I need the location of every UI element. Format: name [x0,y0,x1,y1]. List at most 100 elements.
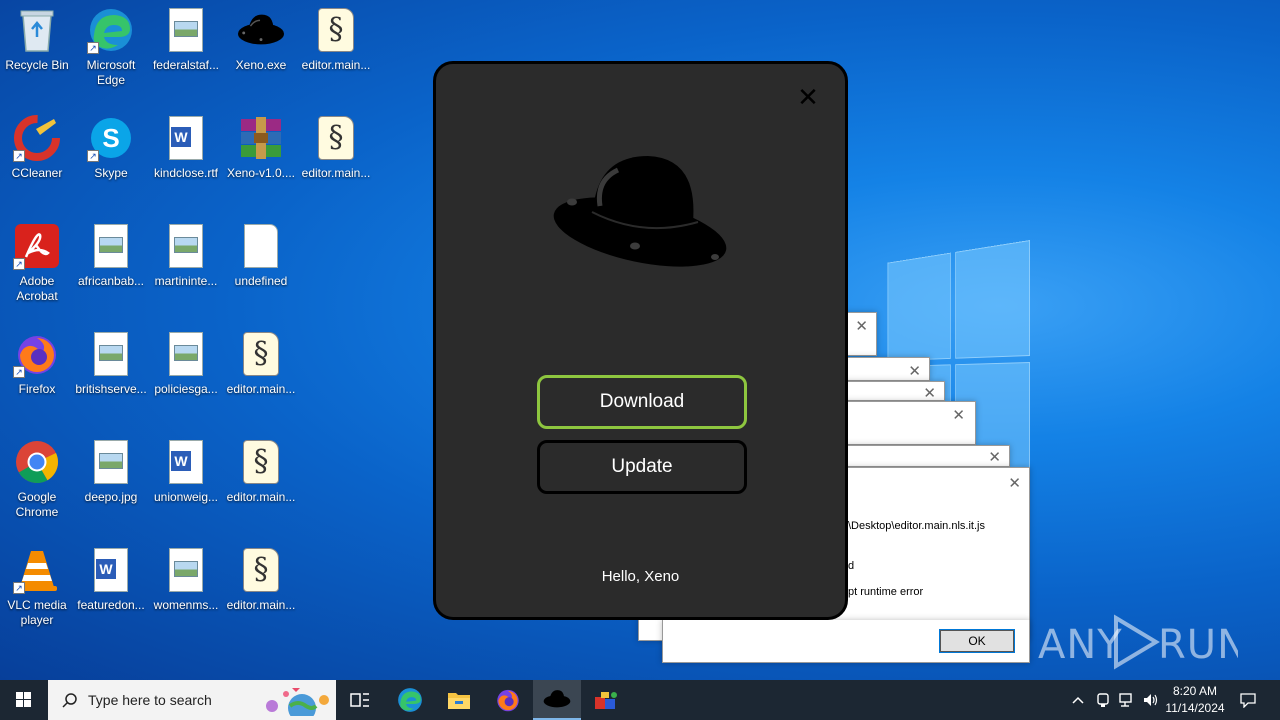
desktop-icon-martininte[interactable]: martininte... [149,216,223,320]
desktop-icon-label: editor.main... [301,58,371,72]
task-view-button[interactable] [336,680,384,720]
windows-start-icon [16,692,31,707]
desktop-icon-federalstaf[interactable]: federalstaf... [149,0,223,104]
script-file-icon: § [237,330,285,378]
close-icon[interactable]: ✕ [908,362,921,380]
word-doc-icon: W [162,114,210,162]
taskbar-edge[interactable] [386,680,434,720]
desktop-icon-label: deepo.jpg [84,490,138,504]
desktop-icon-label: featuredon... [77,598,145,612]
search-box[interactable]: Type here to search [48,680,336,720]
desktop-icon-xeno-exe[interactable]: Xeno.exe [224,0,298,104]
image-file-icon [162,6,210,54]
close-icon[interactable]: ✕ [923,384,936,402]
chevron-up-icon [1072,696,1084,704]
desktop-icon-recycle-bin[interactable]: Recycle Bin [0,0,74,104]
notifications-button[interactable] [1236,680,1260,720]
network-button[interactable] [1116,680,1138,720]
winrar-icon [237,114,285,162]
desktop-icon-label: Xeno.exe [235,58,287,72]
firefox-icon: ↗ [13,330,61,378]
svg-text:ANY: ANY [1038,622,1123,668]
image-file-icon [162,546,210,594]
desktop-icon-womenms[interactable]: womenms... [149,540,223,644]
chrome-icon [13,438,61,486]
image-file-icon [162,330,210,378]
anyrun-watermark: ANY RUN [1038,612,1247,670]
script-file-icon: § [237,546,285,594]
xeno-dialog: ✕ Download Update Hello, Xeno [433,61,848,620]
close-icon[interactable]: ✕ [1008,474,1021,492]
desktop-icon-deepo[interactable]: deepo.jpg [74,432,148,536]
desktop-icon-kindclose[interactable]: W kindclose.rtf [149,108,223,212]
tray-app-icon[interactable] [1092,680,1114,720]
desktop-icon-ccleaner[interactable]: ↗ CCleaner [0,108,74,212]
desktop-icon-xeno-archive[interactable]: Xeno-v1.0.... [224,108,298,212]
taskbar-app-other[interactable] [582,680,630,720]
desktop-icon-editor-main-5[interactable]: § editor.main... [224,540,298,644]
desktop-icon-africanbab[interactable]: africanbab... [74,216,148,320]
desktop-icon-editor-main-3[interactable]: § editor.main... [224,324,298,428]
desktop-icon-firefox[interactable]: ↗ Firefox [0,324,74,428]
clock-date: 11/14/2024 [1165,701,1225,715]
desktop-icon-label: editor.main... [301,166,371,180]
desktop-icon-microsoft-edge[interactable]: ↗ Microsoft Edge [74,0,148,104]
error-message-line: pt runtime error [848,586,924,598]
ok-button[interactable]: OK [939,629,1015,653]
volume-button[interactable] [1140,680,1162,720]
close-icon[interactable]: ✕ [952,406,965,424]
search-icon [62,693,77,708]
close-button[interactable]: ✕ [796,85,820,111]
script-file-icon: § [237,438,285,486]
image-file-icon [87,330,135,378]
desktop-icon-editor-main-2[interactable]: § editor.main... [299,108,373,212]
image-file-icon [87,222,135,270]
taskbar-file-explorer[interactable] [435,680,483,720]
script-file-icon: § [312,6,360,54]
taskbar-clock[interactable]: 8:20 AM 11/14/2024 [1160,683,1230,717]
device-icon [1097,693,1109,707]
desktop-icon-editor-main-4[interactable]: § editor.main... [224,432,298,536]
folder-icon [448,693,470,709]
close-icon[interactable]: ✕ [855,317,868,335]
script-file-icon: § [312,114,360,162]
desktop-icon-policiesga[interactable]: policiesga... [149,324,223,428]
clock-time: 8:20 AM [1172,684,1218,698]
download-button[interactable]: Download [537,375,747,429]
acrobat-icon: ↗ [13,222,61,270]
update-button[interactable]: Update [537,440,747,494]
desktop-icon-britishserve[interactable]: britishserve... [74,324,148,428]
desktop-icon-adobe-acrobat[interactable]: ↗ Adobe Acrobat [0,216,74,320]
show-hidden-icons[interactable] [1068,680,1088,720]
network-icon [1119,693,1132,707]
svg-text:S: S [102,123,119,153]
desktop-icon-label: womenms... [153,598,219,612]
desktop-icon-label: britishserve... [75,382,147,396]
desktop-icon-label: Adobe Acrobat [16,274,58,303]
greeting-text: Hello, Xeno [601,568,680,585]
desktop-icon-label: Xeno-v1.0.... [226,166,296,180]
desktop-icon-label: martininte... [154,274,218,288]
desktop-icon-skype[interactable]: S ↗ Skype [74,108,148,212]
desktop-icon-featuredon[interactable]: W featuredon... [74,540,148,644]
xeno-hat-icon [237,6,285,54]
close-icon[interactable]: ✕ [988,448,1001,466]
desktop-icon-label: federalstaf... [152,58,220,72]
taskbar-xeno[interactable] [533,680,581,720]
task-view-icon [350,693,369,707]
taskbar: Type here to search 8:20 AM 11/14/2024 [0,680,1280,720]
image-file-icon [162,222,210,270]
edge-icon [398,688,422,712]
start-button[interactable] [0,680,48,720]
desktop-icon-vlc[interactable]: ↗ VLC media player [0,540,74,644]
desktop-icon-label: unionweig... [153,490,219,504]
desktop-icon-label: Recycle Bin [5,58,69,72]
xeno-hat-icon [543,690,571,708]
word-doc-icon: W [87,546,135,594]
desktop-icon-editor-main-1[interactable]: § editor.main... [299,0,373,104]
taskbar-firefox[interactable] [484,680,532,720]
desktop-icon-google-chrome[interactable]: Google Chrome [0,432,74,536]
desktop-icon-undefined[interactable]: undefined [224,216,298,320]
error-message-line: d [848,560,855,572]
desktop-icon-unionweig[interactable]: W unionweig... [149,432,223,536]
